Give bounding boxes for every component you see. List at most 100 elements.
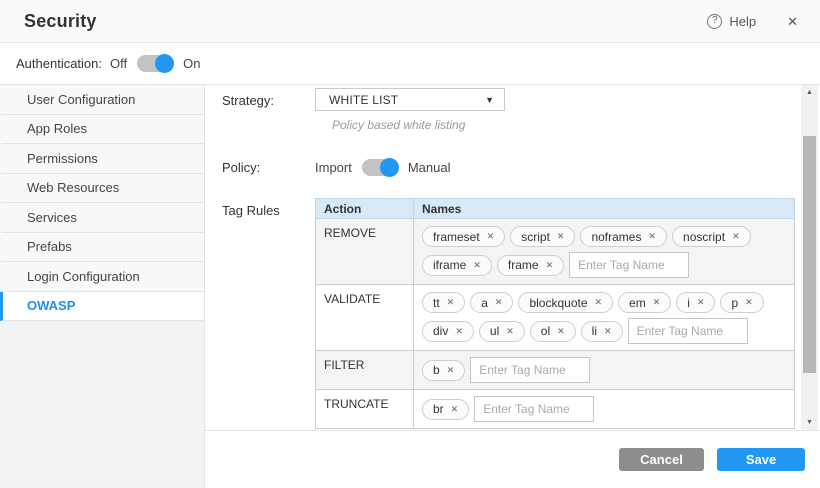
help-label: Help — [729, 14, 756, 29]
strategy-label: Strategy: — [222, 88, 315, 108]
remove-tag-icon[interactable]: ✕ — [546, 261, 554, 270]
tag-chip: iframe ✕ — [422, 255, 492, 276]
remove-tag-icon[interactable]: ✕ — [487, 232, 495, 241]
sidebar-item-label: Services — [27, 210, 77, 225]
table-row: TRUNCATE br ✕ — [316, 390, 795, 429]
page-title: Security — [24, 11, 97, 32]
tag-rules-label: Tag Rules — [222, 198, 315, 218]
enter-tag-name-input[interactable] — [628, 318, 748, 344]
tag-chip-label: div — [433, 324, 448, 338]
tag-chip-label: noframes — [591, 230, 641, 244]
remove-tag-icon[interactable]: ✕ — [604, 327, 612, 336]
remove-tag-icon[interactable]: ✕ — [732, 232, 740, 241]
tag-chip: b ✕ — [422, 360, 465, 381]
sidebar-item-label: Web Resources — [27, 180, 119, 195]
sidebar-item-label: App Roles — [27, 121, 87, 136]
tag-chip-label: ul — [490, 324, 499, 338]
tag-chip: i ✕ — [676, 292, 715, 313]
sidebar-item-label: Prefabs — [27, 239, 72, 254]
remove-tag-icon[interactable]: ✕ — [557, 327, 565, 336]
remove-tag-icon[interactable]: ✕ — [451, 405, 459, 414]
sidebar-item-permissions[interactable]: Permissions — [0, 144, 204, 174]
remove-tag-icon[interactable]: ✕ — [455, 327, 463, 336]
authentication-on-label: On — [183, 56, 200, 71]
close-icon[interactable]: ✕ — [787, 15, 798, 28]
names-cell: b ✕ — [414, 351, 795, 390]
remove-tag-icon[interactable]: ✕ — [495, 298, 503, 307]
scroll-up-icon[interactable]: ▲ — [801, 85, 818, 100]
enter-tag-name-input[interactable] — [569, 252, 689, 278]
sidebar-item-login-configuration[interactable]: Login Configuration — [0, 262, 204, 292]
names-cell: frameset ✕ script ✕ noframes ✕ noscript … — [414, 219, 795, 285]
tag-chip-label: a — [481, 296, 488, 310]
strategy-row: Strategy: WHITE LIST ▼ — [222, 88, 820, 111]
tag-chip-label: ol — [541, 324, 550, 338]
vertical-scrollbar[interactable]: ▲ ▼ — [801, 85, 818, 430]
tag-chip: noframes ✕ — [580, 226, 667, 247]
policy-toggle[interactable] — [362, 159, 398, 176]
save-button[interactable]: Save — [717, 448, 805, 471]
strategy-select[interactable]: WHITE LIST ▼ — [315, 88, 505, 111]
tag-chip: tt ✕ — [422, 292, 465, 313]
remove-tag-icon[interactable]: ✕ — [653, 298, 661, 307]
table-row: FILTER b ✕ — [316, 351, 795, 390]
cancel-button[interactable]: Cancel — [619, 448, 704, 471]
tag-chip-label: br — [433, 402, 444, 416]
sidebar-item-label: Permissions — [27, 151, 98, 166]
tag-chip: noscript ✕ — [672, 226, 751, 247]
action-cell: REMOVE — [316, 219, 414, 285]
strategy-hint: Policy based white listing — [332, 118, 820, 132]
policy-label: Policy: — [222, 160, 315, 175]
table-row: VALIDATE tt ✕ a ✕ blockquote ✕ em ✕ — [316, 285, 795, 351]
tag-chip-label: blockquote — [529, 296, 587, 310]
enter-tag-name-input[interactable] — [474, 396, 594, 422]
sidebar-item-services[interactable]: Services — [0, 203, 204, 233]
tag-chip: blockquote ✕ — [518, 292, 613, 313]
tag-chip: script ✕ — [510, 226, 575, 247]
tag-chip-label: tt — [433, 296, 440, 310]
remove-tag-icon[interactable]: ✕ — [447, 298, 455, 307]
table-row: REMOVE frameset ✕ script ✕ noframes ✕ no… — [316, 219, 795, 285]
sidebar-item-app-roles[interactable]: App Roles — [0, 115, 204, 145]
tag-chip-label: li — [592, 324, 597, 338]
sidebar-item-label: Login Configuration — [27, 269, 140, 284]
remove-tag-icon[interactable]: ✕ — [557, 232, 565, 241]
enter-tag-name-input[interactable] — [470, 357, 590, 383]
sidebar-item-user-configuration[interactable]: User Configuration — [0, 85, 204, 115]
policy-import-label: Import — [315, 160, 352, 175]
tag-chip-label: noscript — [683, 230, 725, 244]
sidebar-item-web-resources[interactable]: Web Resources — [0, 174, 204, 204]
sidebar-item-owasp[interactable]: OWASP — [0, 292, 204, 322]
security-dialog: Security ? Help ✕ Authentication: Off On… — [0, 0, 820, 488]
names-cell: br ✕ — [414, 390, 795, 429]
chevron-down-icon: ▼ — [485, 95, 494, 105]
column-header-names: Names — [414, 199, 795, 219]
remove-tag-icon[interactable]: ✕ — [595, 298, 603, 307]
strategy-select-value: WHITE LIST — [329, 93, 485, 107]
remove-tag-icon[interactable]: ✕ — [745, 298, 753, 307]
tag-chip-label: i — [687, 296, 690, 310]
remove-tag-icon[interactable]: ✕ — [697, 298, 705, 307]
policy-manual-label: Manual — [408, 160, 451, 175]
help-button[interactable]: ? Help — [707, 14, 756, 29]
action-cell: VALIDATE — [316, 285, 414, 351]
remove-tag-icon[interactable]: ✕ — [648, 232, 656, 241]
tag-rules-table: Action Names REMOVE frameset ✕ script ✕ — [315, 198, 795, 429]
scroll-down-icon[interactable]: ▼ — [801, 415, 818, 430]
scrollbar-thumb[interactable] — [803, 136, 816, 373]
tag-chip: em ✕ — [618, 292, 671, 313]
remove-tag-icon[interactable]: ✕ — [506, 327, 514, 336]
authentication-label: Authentication: — [16, 56, 110, 71]
tag-chip: ul ✕ — [479, 321, 525, 342]
policy-toggle-knob — [380, 158, 399, 177]
authentication-off-label: Off — [110, 56, 127, 71]
content-pane: Strategy: WHITE LIST ▼ Policy based whit… — [205, 85, 820, 488]
sidebar-item-prefabs[interactable]: Prefabs — [0, 233, 204, 263]
remove-tag-icon[interactable]: ✕ — [473, 261, 481, 270]
policy-row: Policy: Import Manual — [222, 159, 820, 176]
tag-chip-label: p — [731, 296, 738, 310]
tag-chip: a ✕ — [470, 292, 513, 313]
column-header-action: Action — [316, 199, 414, 219]
authentication-toggle[interactable] — [137, 55, 173, 72]
remove-tag-icon[interactable]: ✕ — [447, 366, 455, 375]
